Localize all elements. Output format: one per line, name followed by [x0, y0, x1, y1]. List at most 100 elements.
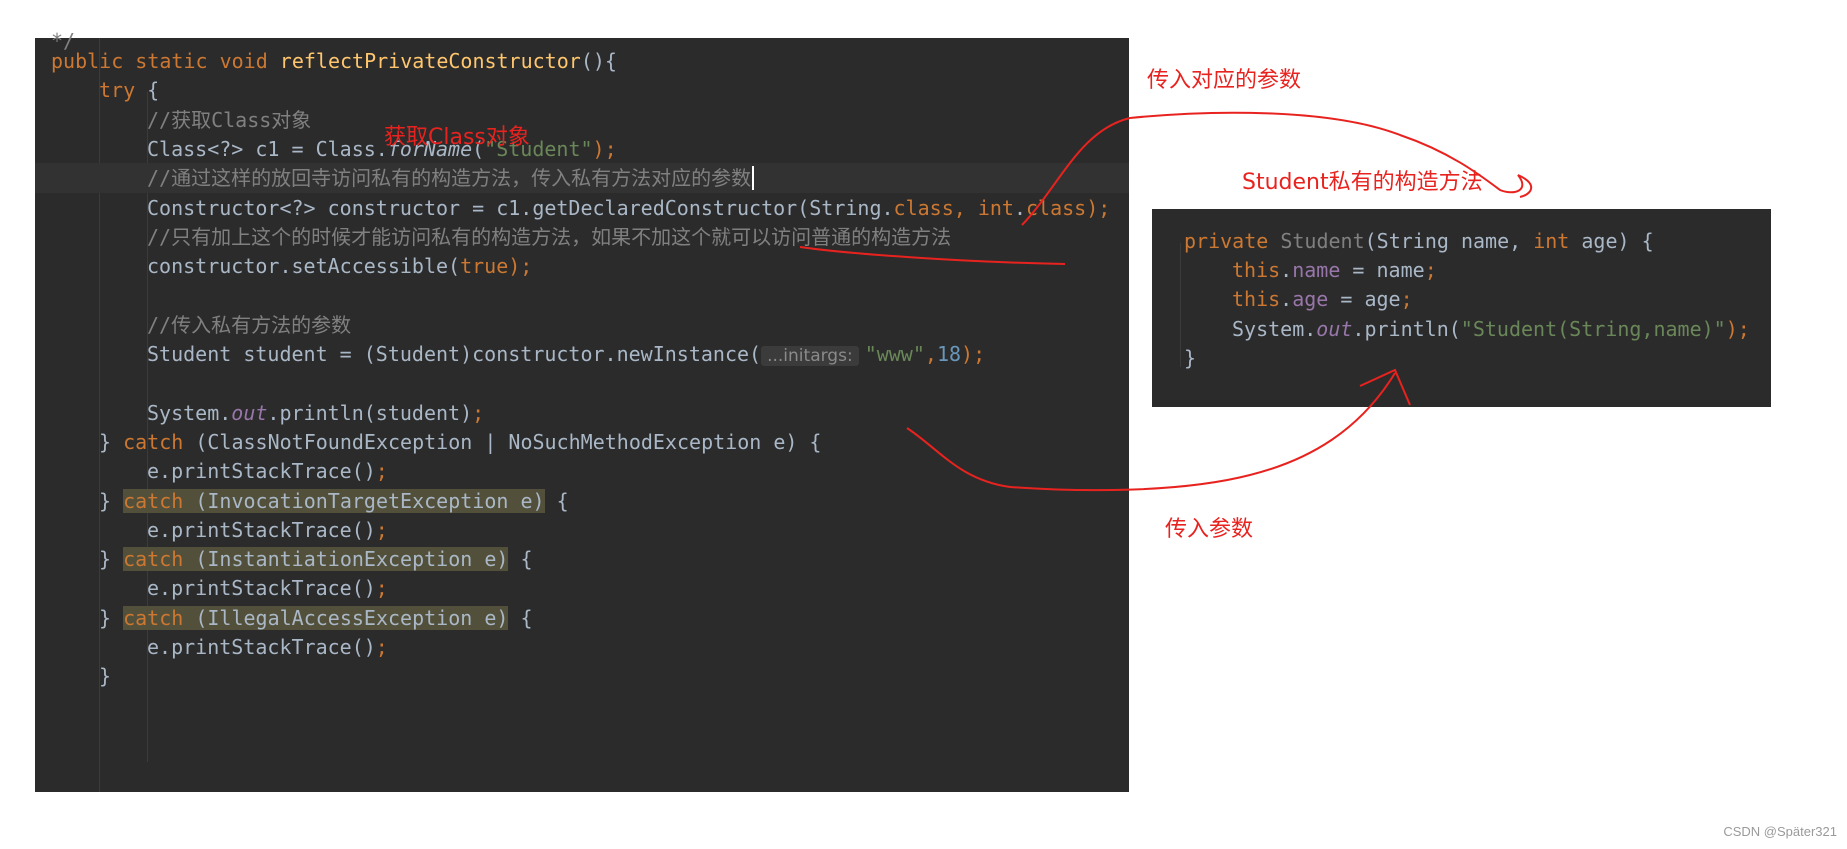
code-token: Student	[1280, 229, 1365, 253]
code-line[interactable]: }	[1152, 343, 1771, 373]
code-token: {	[544, 488, 569, 513]
annotation-private-constructor: Student私有的构造方法	[1242, 170, 1483, 195]
code-line[interactable]	[35, 368, 1129, 398]
annotation-pass-args: 传入参数	[1165, 517, 1254, 542]
code-token: ;	[375, 517, 388, 542]
code-line[interactable]: } catch (IllegalAccessException e) {	[35, 603, 1129, 633]
code-token: catch	[123, 488, 196, 513]
code-token: private	[1184, 229, 1281, 253]
code-line[interactable]: e.printStackTrace();	[35, 632, 1129, 662]
code-line[interactable]: e.printStackTrace();	[35, 573, 1129, 603]
code-token: this	[1232, 258, 1281, 283]
code-line[interactable]: public static void reflectPrivateConstru…	[35, 46, 1129, 76]
code-token: );	[1086, 195, 1111, 220]
code-token: //获取Class对象	[147, 107, 312, 132]
code-line[interactable]: //传入私有方法的参数	[35, 310, 1129, 340]
code-token: }	[1184, 345, 1197, 370]
code-token: .println(student)	[267, 400, 473, 425]
code-token: this	[1232, 287, 1281, 312]
code-token: (InvocationTargetException e)	[195, 488, 545, 513]
code-token: (String name,	[1364, 229, 1534, 253]
code-token: .	[1013, 195, 1027, 220]
code-token: (IllegalAccessException e)	[195, 605, 509, 630]
code-token: .	[1280, 258, 1293, 283]
code-token: }	[99, 547, 124, 572]
code-line[interactable]: Class<?> c1 = Class.forName("Student");	[35, 134, 1129, 164]
constructor-code-editor[interactable]: private Student(String name, int age) {t…	[1152, 209, 1771, 407]
code-line[interactable]: this.age = age;	[1152, 284, 1771, 314]
code-line[interactable]: this.name = name;	[1152, 255, 1771, 285]
code-line[interactable]: Student student = (Student)constructor.n…	[35, 339, 1129, 369]
code-token: }	[99, 664, 112, 689]
code-line[interactable]: } catch (InstantiationException e) {	[35, 544, 1129, 574]
code-token: .println(	[1352, 316, 1461, 341]
code-line[interactable]: e.printStackTrace();	[35, 515, 1129, 545]
code-token: (){	[580, 49, 617, 73]
code-line[interactable]: try {	[35, 75, 1129, 105]
code-token: "www"	[864, 342, 925, 366]
code-token: ,	[924, 342, 937, 366]
code-token: e.printStackTrace()	[147, 459, 376, 484]
code-token: age) {	[1581, 229, 1654, 253]
code-token: Constructor<?> constructor = c1.getDecla…	[147, 195, 894, 220]
main-code-editor[interactable]: */ public static void reflectPrivateCons…	[35, 29, 1129, 792]
code-token: e.printStackTrace()	[147, 635, 376, 659]
code-line[interactable]: System.out.println(student);	[35, 398, 1129, 428]
annotation-get-class: 获取Class对象	[384, 125, 530, 150]
code-token: ;	[375, 576, 388, 601]
annotation-pass-params: 传入对应的参数	[1147, 68, 1302, 93]
code-token: name	[1292, 258, 1341, 283]
code-token: System.	[147, 400, 232, 425]
code-token: ;	[1400, 287, 1413, 312]
code-line[interactable]: private Student(String name, int age) {	[1152, 226, 1771, 256]
code-token: = name	[1340, 258, 1425, 283]
code-token: Class<?> c1 = Class.	[147, 136, 388, 161]
code-token: out	[231, 400, 268, 425]
code-token: );	[961, 342, 986, 366]
code-token: catch	[123, 429, 196, 454]
code-token: = age	[1328, 287, 1401, 312]
code-line[interactable]	[35, 280, 1129, 310]
code-token: constructor.setAccessible(	[147, 254, 461, 279]
code-token: ;	[472, 400, 485, 425]
code-token: {	[147, 78, 160, 103]
code-line[interactable]: Constructor<?> constructor = c1.getDecla…	[35, 193, 1129, 223]
code-token: //通过这样的放回寺访问私有的构造方法，传入私有方法对应的参数	[147, 166, 752, 191]
code-token: ;	[1424, 258, 1437, 283]
code-line[interactable]: } catch (InvocationTargetException e) {	[35, 486, 1129, 516]
code-token: catch	[123, 547, 196, 572]
code-token: ;	[375, 459, 388, 484]
code-token: }	[99, 488, 124, 513]
code-line[interactable]: e.printStackTrace();	[35, 456, 1129, 486]
code-token: Student student = (Student)constructor.n…	[147, 342, 762, 366]
text-caret	[752, 166, 755, 191]
code-token: System.	[1232, 316, 1317, 341]
code-token: int	[1533, 229, 1582, 253]
code-token: class, int	[893, 195, 1014, 220]
code-token: .	[1280, 287, 1293, 312]
code-line[interactable]: System.out.println("Student(String,name)…	[1152, 314, 1771, 344]
code-token: public static void	[51, 49, 280, 73]
code-line[interactable]: //获取Class对象	[35, 105, 1129, 135]
code-token: age	[1292, 287, 1329, 312]
code-token: }	[99, 429, 124, 454]
code-token: e.printStackTrace()	[147, 576, 376, 601]
code-line[interactable]: } catch (ClassNotFoundException | NoSuch…	[35, 427, 1129, 457]
code-token: catch	[123, 605, 196, 630]
code-token: {	[508, 605, 533, 630]
code-token: e.printStackTrace()	[147, 517, 376, 542]
code-token: (InstantiationException e)	[195, 547, 509, 572]
code-token: {	[508, 547, 533, 572]
code-token: "Student(String,name)"	[1460, 316, 1726, 341]
watermark: CSDN @Später321	[1723, 824, 1837, 839]
code-line[interactable]: //通过这样的放回寺访问私有的构造方法，传入私有方法对应的参数	[35, 163, 1129, 194]
code-line[interactable]: //只有加上这个的时候才能访问私有的构造方法，如果不加这个就可以访问普通的构造方…	[35, 222, 1129, 252]
code-line[interactable]: constructor.setAccessible(true);	[35, 251, 1129, 281]
code-token: }	[99, 605, 124, 630]
code-token: );	[508, 254, 533, 279]
code-token: ;	[375, 635, 388, 659]
code-token: //传入私有方法的参数	[147, 312, 352, 337]
code-token: true	[460, 254, 509, 279]
code-token: );	[1725, 316, 1750, 341]
code-line[interactable]: }	[35, 661, 1129, 691]
